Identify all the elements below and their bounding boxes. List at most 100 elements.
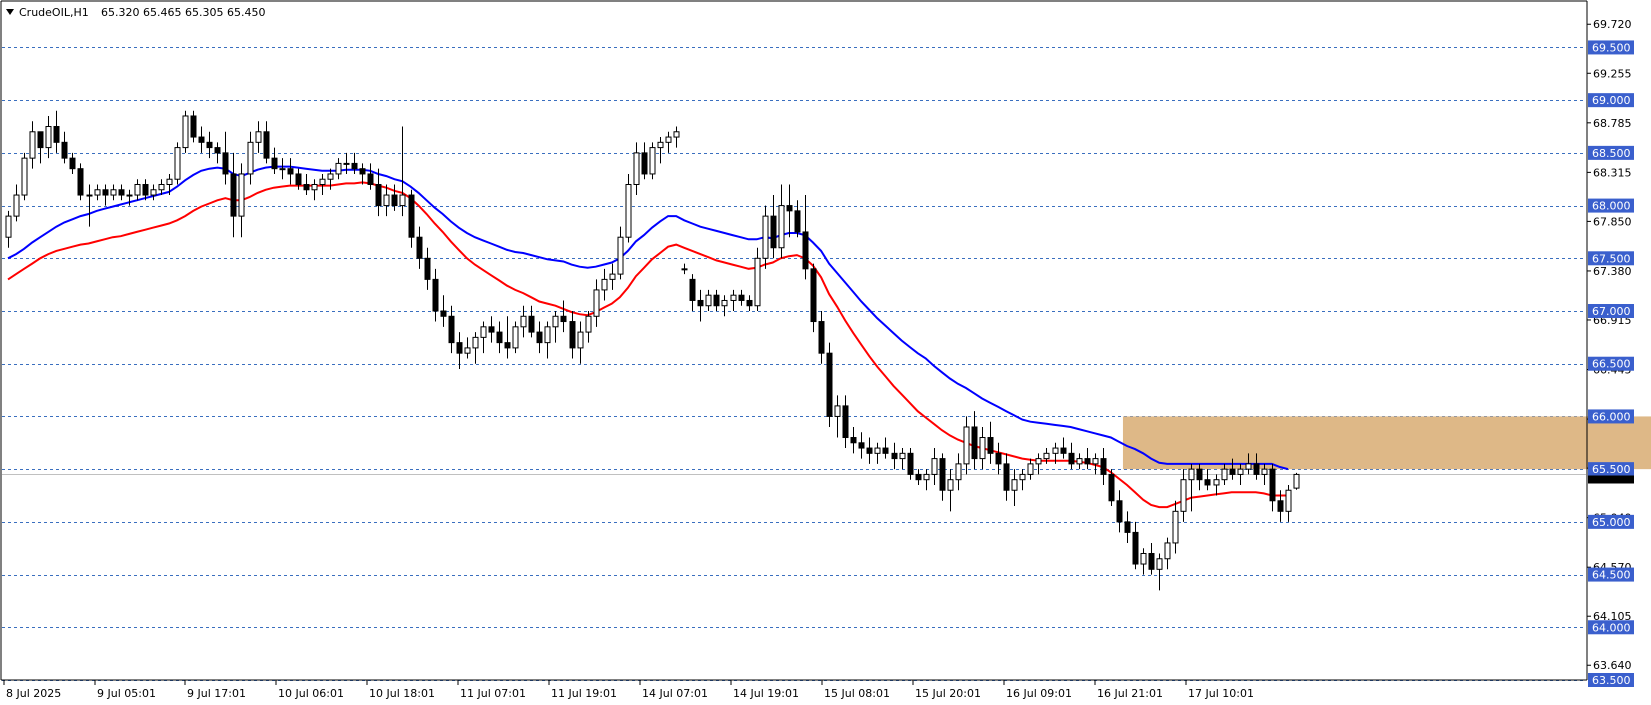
candle-body-bull xyxy=(657,141,664,149)
candle-body-bear xyxy=(882,447,889,454)
candle-body-bull xyxy=(665,136,672,143)
candle-body-bear xyxy=(1100,458,1107,475)
candle-body-bear xyxy=(858,442,865,449)
candle-body-bear xyxy=(560,315,567,323)
candle-body-bear xyxy=(786,205,793,212)
candle-body-bear xyxy=(230,173,237,217)
candle-body-bear xyxy=(971,426,978,460)
candle-body-bear xyxy=(641,152,648,175)
candle-body-bull xyxy=(383,194,390,207)
price-chart[interactable]: 69.72069.25568.78568.31567.85067.38066.9… xyxy=(0,0,1651,705)
time-tick-label: 11 Jul 07:01 xyxy=(460,687,526,700)
candle-body-bear xyxy=(713,294,720,307)
candle-body-bull xyxy=(126,194,133,197)
candle-body-bull xyxy=(1180,479,1187,512)
level-label: 68.500 xyxy=(1592,147,1631,160)
candle-body-bull xyxy=(311,183,318,191)
candle-body-bear xyxy=(1116,500,1123,523)
time-tick-label: 9 Jul 05:01 xyxy=(97,687,156,700)
time-tick-label: 11 Jul 19:01 xyxy=(551,687,617,700)
candle[interactable] xyxy=(649,142,656,180)
candle-body-bull xyxy=(327,173,334,180)
candle[interactable] xyxy=(1108,469,1115,507)
candle-body-bull xyxy=(681,268,688,271)
candle-body-bear xyxy=(802,231,809,270)
candle-body-bull xyxy=(472,336,479,349)
candle[interactable] xyxy=(625,173,632,243)
candle-body-bull xyxy=(5,215,12,238)
candle-body-bull xyxy=(255,131,262,143)
candle-body-bull xyxy=(1035,458,1042,465)
candle-body-bull xyxy=(1237,468,1244,475)
candle-body-bear xyxy=(891,452,898,460)
candle-body-bull xyxy=(13,194,20,217)
candle-body-bear xyxy=(263,131,270,159)
candle-body-bear xyxy=(1124,521,1131,533)
candle-body-bull xyxy=(617,236,624,275)
candle-body-bull xyxy=(1011,479,1018,491)
candle-body-bear xyxy=(53,126,60,143)
candle-body-bear xyxy=(118,189,125,196)
candle-body-bear xyxy=(866,447,873,454)
candle-body-bear xyxy=(1277,500,1284,512)
candle-body-bear xyxy=(697,299,704,307)
candle-body-bull xyxy=(1140,552,1147,565)
level-label: 65.500 xyxy=(1592,463,1631,476)
candle-body-bear xyxy=(61,141,68,159)
candle[interactable] xyxy=(77,163,84,201)
candle-body-bear xyxy=(424,257,431,280)
time-tick-label: 10 Jul 06:01 xyxy=(278,687,344,700)
candle-body-bull xyxy=(609,273,616,280)
candle-body-bull xyxy=(1285,489,1292,512)
candle-body-bear xyxy=(1148,552,1155,570)
candle-body-bear xyxy=(214,147,221,154)
candle-body-bull xyxy=(552,315,559,328)
price-tick-label: 69.255 xyxy=(1593,67,1632,80)
resistance-zone[interactable] xyxy=(1122,416,1651,470)
candle-body-bear xyxy=(488,326,495,333)
level-label: 66.000 xyxy=(1592,410,1631,423)
candle[interactable] xyxy=(174,142,181,185)
candle-body-bear xyxy=(1084,458,1091,465)
candle[interactable] xyxy=(810,263,817,333)
candle-body-bear xyxy=(206,141,213,149)
candle-body-bear xyxy=(198,136,205,143)
level-label: 64.500 xyxy=(1592,569,1631,582)
candle-body-bear xyxy=(569,321,576,349)
candle-body-bear xyxy=(448,315,455,344)
time-tick-label: 16 Jul 09:01 xyxy=(1006,687,1072,700)
time-tick-label: 8 Jul 2025 xyxy=(6,687,61,700)
candle-body-bear xyxy=(987,437,994,454)
candle-body-bear xyxy=(102,189,109,196)
candle-body-bear xyxy=(995,452,1002,465)
candle-body-bull xyxy=(150,189,157,196)
candle-body-bull xyxy=(174,147,181,180)
candle-body-bull xyxy=(577,331,584,349)
candle[interactable] xyxy=(826,342,833,427)
candle-body-bull xyxy=(754,257,761,307)
level-label: 65.000 xyxy=(1592,516,1631,529)
level-label: 69.000 xyxy=(1592,94,1631,107)
price-tick-label: 63.640 xyxy=(1593,659,1632,672)
current-price-box xyxy=(1588,475,1634,484)
candle-body-bull xyxy=(1076,458,1083,465)
level-label: 67.500 xyxy=(1592,252,1631,265)
candle[interactable] xyxy=(182,110,189,153)
candle-body-bull xyxy=(721,299,728,307)
candle-body-bull xyxy=(899,452,906,460)
candle-body-bear xyxy=(359,168,366,175)
candle[interactable] xyxy=(1293,472,1300,490)
candle-body-bull xyxy=(182,115,189,149)
candle-body-bull xyxy=(29,131,36,159)
candle-body-bull xyxy=(947,479,954,491)
candle[interactable] xyxy=(21,152,28,201)
zone-layer xyxy=(1122,416,1651,470)
candle-body-bull xyxy=(1221,468,1228,481)
time-tick-label: 16 Jul 21:01 xyxy=(1097,687,1163,700)
candle-body-bull xyxy=(593,289,600,317)
candle-body-bear xyxy=(1269,468,1276,502)
candle-body-bull xyxy=(1019,473,1026,481)
chart-window: 69.720 69.255 68.785 68.315 67.850 67.380 66.9… xyxy=(0,0,1651,705)
chart-background xyxy=(0,0,1651,705)
candle-body-bear xyxy=(69,157,76,170)
